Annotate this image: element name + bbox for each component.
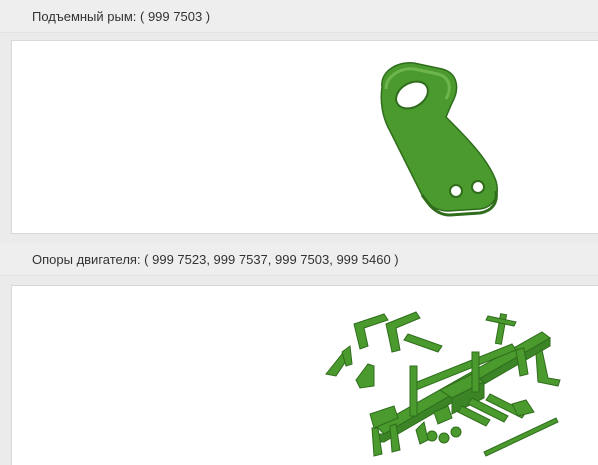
section-title-lifting-eye: Подъемный рым: ( 999 7503 ) <box>32 9 211 24</box>
section-header-engine-mounts: Опоры двигателя: ( 999 7523, 999 7537, 9… <box>0 243 598 276</box>
section-title-engine-mounts: Опоры двигателя: ( 999 7523, 999 7537, 9… <box>32 252 399 267</box>
engine-mounts-assembly-image[interactable] <box>312 294 562 464</box>
part-image-panel-lifting-eye <box>11 40 598 234</box>
part-image-panel-engine-mounts <box>11 285 598 465</box>
lifting-eye-part-image[interactable] <box>370 59 510 219</box>
section-header-lifting-eye: Подъемный рым: ( 999 7503 ) <box>0 0 598 33</box>
